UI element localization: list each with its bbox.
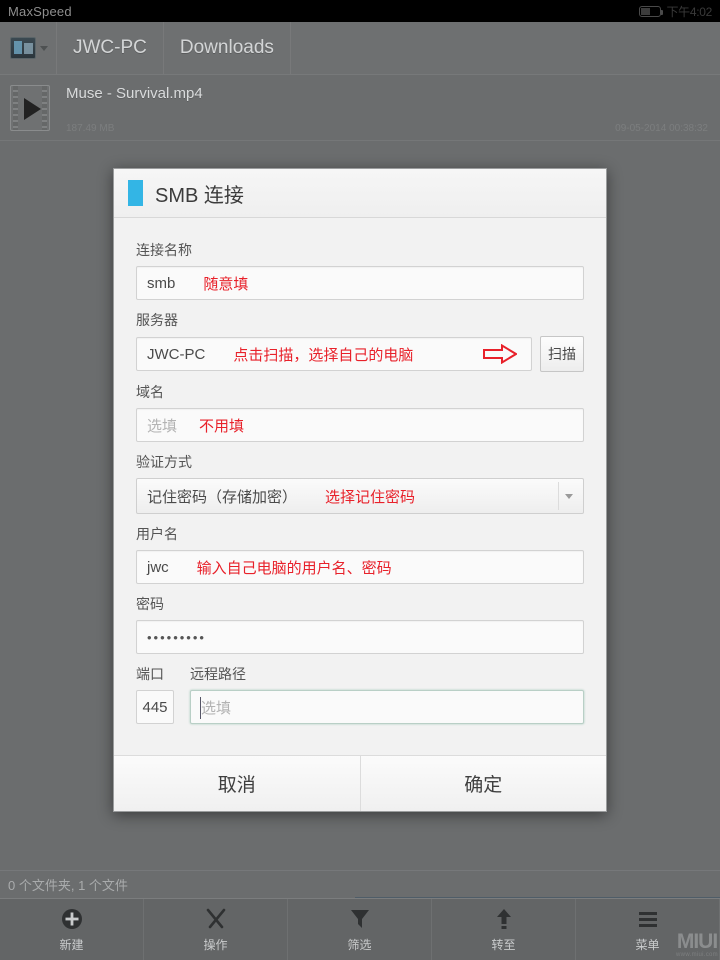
toolbar-label-menu: 菜单: [635, 937, 660, 952]
confirm-button[interactable]: 确定: [359, 756, 607, 811]
accent-bar: [128, 180, 143, 206]
list-item[interactable]: Muse - Survival.mp4 187.49 MB 09-05-2014…: [0, 75, 720, 141]
funnel-icon: [348, 907, 372, 931]
device-icon: [10, 37, 36, 59]
plus-circle-icon: [60, 907, 84, 931]
toolbar-label-new: 新建: [59, 937, 84, 952]
hint-username: 输入自己电脑的用户名、密码: [196, 559, 392, 577]
row-port-path-labels: 端口 远程路径: [136, 664, 584, 684]
video-file-icon: [10, 85, 50, 131]
file-count-status: 0 个文件夹, 1 个文件: [0, 870, 720, 898]
hamburger-icon: [636, 907, 660, 931]
cancel-button[interactable]: 取消: [114, 756, 360, 811]
status-bar: MaxSpeed 下午4:02: [0, 0, 720, 22]
remote-path-placeholder: 选填: [201, 699, 232, 717]
domain-input[interactable]: 选填 不用填: [136, 408, 584, 442]
goto-arrow-icon: [492, 907, 516, 931]
toolbar-item-actions[interactable]: 操作: [144, 899, 288, 960]
select-divider: [558, 482, 559, 510]
label-auth-method: 验证方式: [136, 454, 192, 470]
remote-path-input[interactable]: 选填: [190, 690, 584, 724]
toolbar-item-goto[interactable]: 转至: [432, 899, 576, 960]
tools-icon: [204, 907, 228, 931]
status-bar-app-name: MaxSpeed: [8, 3, 72, 19]
dialog-body: 连接名称 smb 随意填 服务器 JWC-PC 点击扫描，选择自己的电脑 扫描: [114, 218, 606, 755]
label-username: 用户名: [136, 526, 178, 542]
label-connection-name: 连接名称: [136, 242, 192, 258]
chevron-down-icon: [40, 45, 48, 51]
breadcrumb-item-0[interactable]: JWC-PC: [57, 22, 164, 74]
breadcrumb: JWC-PC Downloads: [0, 22, 720, 75]
auth-method-value: 记住密码（存储加密）: [147, 488, 298, 506]
hint-server: 点击扫描，选择自己的电脑: [233, 346, 414, 364]
label-password: 密码: [136, 596, 164, 612]
toolbar-label-goto: 转至: [491, 937, 516, 952]
server-value: JWC-PC: [147, 345, 206, 363]
domain-placeholder: 选填: [147, 417, 178, 435]
username-value: jwc: [147, 558, 169, 576]
status-bar-right: 下午4:02: [639, 3, 712, 20]
row-domain: 选填 不用填: [136, 408, 584, 442]
toolbar-label-actions: 操作: [203, 937, 228, 952]
battery-icon: [639, 5, 664, 17]
breadcrumb-item-1[interactable]: Downloads: [164, 22, 291, 74]
toolbar-item-new[interactable]: 新建: [0, 899, 144, 960]
file-name: Muse - Survival.mp4: [66, 85, 203, 102]
toolbar-item-menu[interactable]: 菜单: [576, 899, 720, 960]
scan-button[interactable]: 扫描: [540, 336, 584, 372]
row-password: •••••••••: [136, 620, 584, 654]
row-port-path: 445 选填: [136, 690, 584, 724]
connection-name-value: smb: [147, 274, 176, 292]
password-input[interactable]: •••••••••: [136, 620, 584, 654]
chevron-down-icon: [565, 494, 573, 499]
auth-method-select[interactable]: 记住密码（存储加密） 选择记住密码: [136, 478, 584, 514]
connection-name-input[interactable]: smb 随意填: [136, 266, 584, 300]
app-root: MaxSpeed 下午4:02 JWC-PC Downloads Muse - …: [0, 0, 720, 960]
dialog-footer: 取消 确定: [114, 755, 606, 811]
label-port: 端口: [136, 666, 164, 682]
label-remote-path: 远程路径: [190, 666, 246, 682]
smb-connection-dialog: SMB 连接 连接名称 smb 随意填 服务器 JWC-PC 点击扫描，选择自己…: [113, 168, 607, 812]
arrow-right-icon: [483, 343, 518, 365]
toolbar-label-filter: 筛选: [347, 937, 372, 952]
password-value: •••••••••: [147, 629, 206, 645]
server-input[interactable]: JWC-PC 点击扫描，选择自己的电脑: [136, 337, 532, 371]
row-auth-method: 记住密码（存储加密） 选择记住密码: [136, 478, 584, 514]
label-server: 服务器: [136, 312, 178, 328]
hint-auth-method: 选择记住密码: [325, 488, 416, 506]
row-username: jwc 输入自己电脑的用户名、密码: [136, 550, 584, 584]
row-server: JWC-PC 点击扫描，选择自己的电脑 扫描: [136, 336, 584, 372]
toolbar-item-filter[interactable]: 筛选: [288, 899, 432, 960]
dialog-title: SMB 连接: [155, 184, 244, 207]
row-connection-name: smb 随意填: [136, 266, 584, 300]
username-input[interactable]: jwc 输入自己电脑的用户名、密码: [136, 550, 584, 584]
bottom-toolbar: 新建 操作 筛选 转至 菜单 MIUI www.miui.com: [0, 898, 720, 960]
hint-domain: 不用填: [199, 417, 245, 435]
device-selector[interactable]: [0, 22, 57, 74]
hint-connection-name: 随意填: [203, 275, 249, 293]
dialog-header: SMB 连接: [114, 169, 606, 218]
label-domain: 域名: [136, 384, 164, 400]
file-date: 09-05-2014 00:38:32: [615, 123, 708, 134]
status-bar-clock: 下午4:02: [666, 4, 712, 19]
file-size: 187.49 MB: [66, 123, 115, 134]
port-input[interactable]: 445: [136, 690, 174, 724]
file-count-text: 0 个文件夹, 1 个文件: [8, 878, 128, 893]
